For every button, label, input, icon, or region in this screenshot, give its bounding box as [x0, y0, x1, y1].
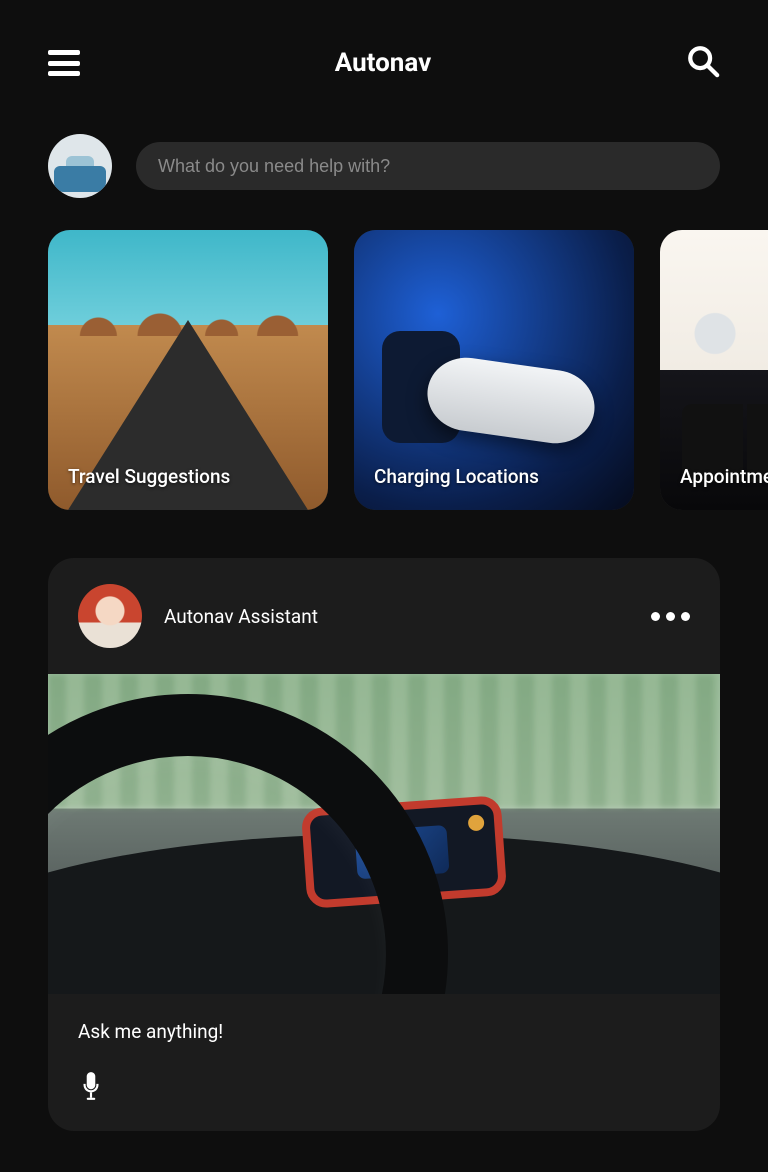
more-icon[interactable]	[651, 612, 690, 621]
card-travel-suggestions[interactable]: Travel Suggestions	[48, 230, 328, 510]
card-label: Charging Locations	[374, 465, 539, 488]
assistant-hero-image	[48, 674, 720, 994]
mic-icon[interactable]	[78, 1071, 108, 1101]
card-charging-locations[interactable]: Charging Locations	[354, 230, 634, 510]
search-icon[interactable]	[686, 44, 720, 82]
assistant-footer: Ask me anything!	[48, 994, 720, 1131]
card-label: Travel Suggestions	[68, 465, 230, 488]
assistant-name: Autonav Assistant	[164, 605, 318, 628]
assistant-header: Autonav Assistant	[48, 558, 720, 674]
card-appointments[interactable]: Appointments	[660, 230, 768, 510]
assistant-prompt: Ask me anything!	[78, 1020, 690, 1043]
help-search-input[interactable]	[136, 142, 720, 190]
search-row	[0, 106, 768, 198]
app-title: Autonav	[335, 48, 432, 78]
assistant-avatar[interactable]	[78, 584, 142, 648]
user-avatar[interactable]	[48, 134, 112, 198]
suggestion-cards: Travel Suggestions Charging Locations Ap…	[0, 198, 768, 510]
app-header: Autonav	[0, 0, 768, 106]
menu-icon[interactable]	[48, 50, 80, 76]
assistant-panel: Autonav Assistant Ask me anything!	[48, 558, 720, 1131]
card-label: Appointments	[680, 465, 768, 488]
